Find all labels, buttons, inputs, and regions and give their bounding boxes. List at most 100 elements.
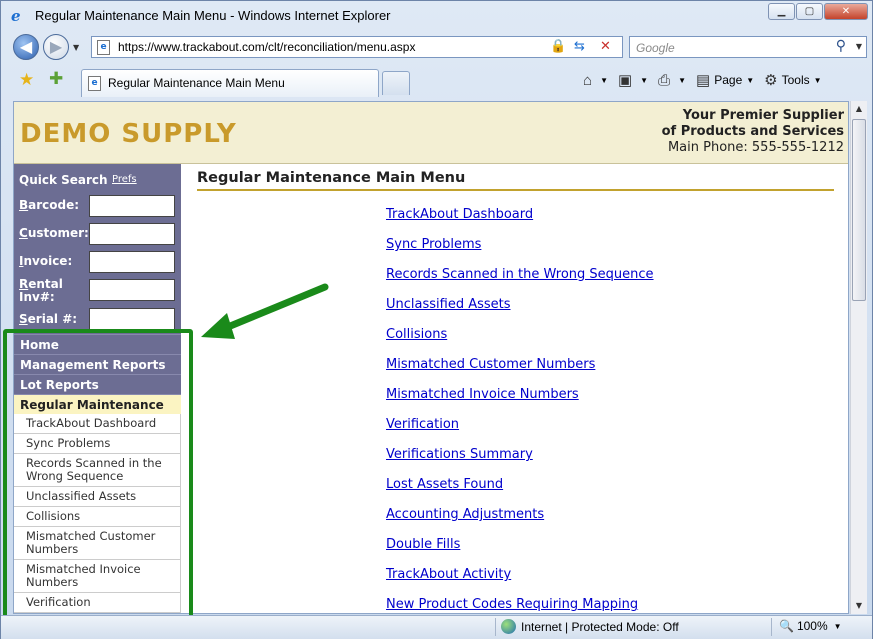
link-accounting-adjustments[interactable]: Accounting Adjustments (386, 507, 654, 537)
page-icon: ▤ (696, 72, 711, 89)
address-bar[interactable]: e https://www.trackabout.com/clt/reconci… (91, 36, 623, 58)
page-title: Regular Maintenance Main Menu (197, 170, 466, 186)
status-divider (771, 618, 772, 636)
new-tab-button[interactable] (382, 71, 410, 95)
scroll-up-icon[interactable]: ▲ (851, 101, 867, 117)
search-icon[interactable]: ⚲ (836, 38, 846, 54)
zone-text: Internet | Protected Mode: Off (521, 619, 679, 634)
search-box[interactable]: Google ⚲ ▼ (629, 36, 867, 58)
url-text[interactable]: https://www.trackabout.com/clt/reconcili… (118, 40, 415, 54)
status-divider (495, 618, 496, 636)
rss-icon: ▣ (617, 72, 633, 89)
link-records-wrong-sequence[interactable]: Records Scanned in the Wrong Sequence (386, 267, 654, 297)
chevron-down-icon: ▼ (600, 75, 608, 85)
add-favorites-icon[interactable]: ✚ (49, 69, 63, 89)
close-icon[interactable]: ✕ (824, 3, 868, 20)
security-zone[interactable]: Internet | Protected Mode: Off (501, 619, 679, 634)
link-lost-assets-found[interactable]: Lost Assets Found (386, 477, 654, 507)
customer-input[interactable] (89, 223, 175, 245)
vertical-scrollbar[interactable]: ▲ ▼ (850, 101, 867, 614)
gear-icon: ⚙ (764, 72, 778, 89)
link-trackabout-dashboard[interactable]: TrackAbout Dashboard (386, 207, 654, 237)
search-input[interactable]: Google (636, 41, 675, 55)
link-trackabout-activity[interactable]: TrackAbout Activity (386, 567, 654, 597)
link-unclassified-assets[interactable]: Unclassified Assets (386, 297, 654, 327)
maximize-icon[interactable]: ▢ (796, 3, 823, 20)
link-mismatched-invoice-numbers[interactable]: Mismatched Invoice Numbers (386, 387, 654, 417)
tagline-line2: of Products and Services (661, 124, 844, 139)
chevron-down-icon: ▼ (640, 75, 649, 85)
main-content: Regular Maintenance Main Menu TrackAbout… (181, 164, 848, 613)
scroll-thumb[interactable] (852, 119, 866, 301)
main-phone: Main Phone: 555-555-1212 (667, 140, 844, 155)
tools-menu[interactable]: ⚙ Tools ▼ (764, 71, 821, 89)
browser-window: e Regular Maintenance Main Menu - Window… (0, 0, 873, 639)
tab-page-icon: e (88, 76, 101, 91)
tab-title: Regular Maintenance Main Menu (108, 76, 285, 90)
brand-logo[interactable]: DEMO SUPPLY (20, 119, 237, 149)
serial-label-text: erial #: (27, 312, 78, 326)
rental-inv-input[interactable] (89, 279, 175, 301)
prefs-link[interactable]: Prefs (112, 174, 137, 185)
link-sync-problems[interactable]: Sync Problems (386, 237, 654, 267)
chevron-down-icon: ▼ (678, 75, 687, 85)
tagline: Your Premier Supplier of Products and Se… (662, 108, 844, 156)
print-command[interactable]: ⎙ ▼ (658, 72, 686, 89)
title-bar: e Regular Maintenance Main Menu - Window… (1, 1, 872, 31)
rental-inv-label-accesskey: R (19, 277, 29, 291)
search-dropdown-icon[interactable]: ▼ (856, 42, 862, 51)
quick-search-title: Quick Search (19, 173, 108, 187)
zoom-icon: 🔍 (779, 619, 794, 633)
tagline-line1: Your Premier Supplier (682, 108, 844, 123)
window-title: Regular Maintenance Main Menu - Windows … (35, 8, 391, 23)
back-button[interactable]: ◀ (13, 34, 39, 60)
tab-active[interactable]: e Regular Maintenance Main Menu (81, 69, 379, 97)
zoom-level: 100% (796, 619, 828, 633)
link-collisions[interactable]: Collisions (386, 327, 654, 357)
maintenance-links: TrackAbout Dashboard Sync Problems Recor… (386, 207, 654, 613)
customer-label-accesskey: C (19, 226, 28, 240)
link-verification[interactable]: Verification (386, 417, 654, 447)
serial-input[interactable] (89, 308, 175, 330)
scroll-down-icon[interactable]: ▼ (851, 598, 867, 614)
title-divider (197, 189, 834, 191)
history-dropdown-icon[interactable]: ▼ (73, 43, 79, 52)
page-menu-label: Page (714, 73, 743, 87)
serial-label: Serial #: (19, 313, 77, 326)
link-mismatched-customer-numbers[interactable]: Mismatched Customer Numbers (386, 357, 654, 387)
page-icon: e (97, 40, 110, 55)
refresh-icon[interactable]: ⇆ (574, 39, 585, 54)
serial-label-accesskey: S (19, 312, 28, 326)
tab-row: ★ ✚ e Regular Maintenance Main Menu ⌂ ▼ ▣… (1, 63, 872, 97)
globe-icon (501, 619, 516, 634)
barcode-label-accesskey: B (19, 198, 29, 212)
print-icon: ⎙ (658, 71, 671, 89)
page-menu[interactable]: ▤ Page ▼ (696, 71, 754, 89)
link-new-product-codes[interactable]: New Product Codes Requiring Mapping (386, 597, 654, 613)
minimize-icon[interactable]: ▁ (768, 3, 795, 20)
chevron-down-icon: ▼ (813, 75, 822, 85)
site-header: DEMO SUPPLY Your Premier Supplier of Pro… (14, 102, 848, 164)
stop-icon[interactable]: ✕ (600, 39, 611, 54)
link-verifications-summary[interactable]: Verifications Summary (386, 447, 654, 477)
invoice-input[interactable] (89, 251, 175, 273)
rental-inv-label: Rental Inv#: (19, 278, 77, 304)
favorites-star-icon[interactable]: ★ (19, 70, 34, 90)
lock-icon[interactable]: 🔒 (550, 39, 566, 54)
barcode-label-text: arcode: (28, 198, 80, 212)
zoom-control[interactable]: 🔍 100% ▼ (779, 619, 842, 633)
invoice-label: Invoice: (19, 255, 72, 268)
address-row: ◀ ▶ ▼ e https://www.trackabout.com/clt/r… (1, 31, 872, 63)
chevron-down-icon: ▼ (833, 621, 842, 631)
chevron-down-icon: ▼ (746, 75, 755, 85)
feeds-command[interactable]: ▣ ▼ (618, 71, 648, 89)
home-command[interactable]: ⌂ ▼ (583, 72, 608, 89)
status-bar: Internet | Protected Mode: Off 🔍 100% ▼ (1, 615, 872, 639)
barcode-input[interactable] (89, 195, 175, 217)
barcode-label: Barcode: (19, 199, 79, 212)
annotation-arrow-icon (201, 283, 329, 339)
tools-menu-label: Tools (781, 73, 810, 87)
link-double-fills[interactable]: Double Fills (386, 537, 654, 567)
customer-label-text: ustomer: (27, 226, 89, 240)
forward-button[interactable]: ▶ (43, 34, 69, 60)
